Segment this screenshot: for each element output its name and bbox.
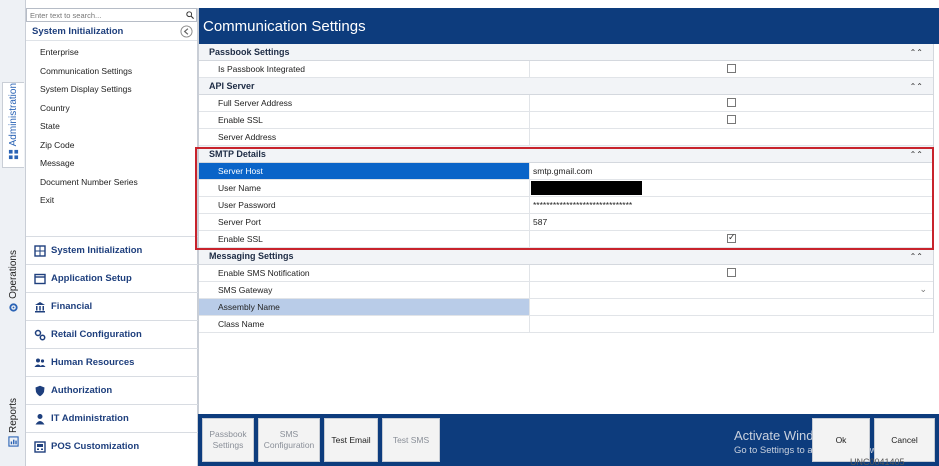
nav-group-it-administration[interactable]: IT Administration [26, 404, 198, 432]
sms-gateway-select[interactable]: ⌄ [530, 282, 933, 298]
checkbox-enable-sms-notification[interactable] [727, 268, 736, 277]
nav-group-label: IT Administration [51, 413, 129, 424]
tab-operations[interactable]: Operations [2, 250, 24, 320]
nav-header-title: System Initialization [32, 25, 124, 37]
vertical-tab-strip: Administration Operations Reports [0, 0, 26, 466]
background-edge-text: UNC0041405 [850, 457, 905, 466]
grid-row-class-name: Class Name [199, 316, 933, 333]
class-name-field[interactable] [530, 316, 933, 332]
nav-group-list: System Initialization Application Setup … [26, 236, 198, 460]
gear-icon [8, 303, 18, 312]
nav-search-input[interactable]: Enter text to search... [26, 8, 197, 22]
row-label: Assembly Name [199, 299, 530, 315]
left-navigation: Enter text to search... System Initializ… [26, 8, 198, 466]
search-icon[interactable] [186, 11, 194, 19]
tab-administration[interactable]: Administration [2, 82, 24, 168]
collapse-icon[interactable]: ⌃⌃ [910, 48, 923, 57]
nav-item-list: Enterprise Communication Settings System… [26, 41, 197, 210]
section-passbook-settings[interactable]: Passbook Settings ⌃⌃ [199, 44, 933, 61]
nav-search-placeholder: Enter text to search... [30, 10, 102, 20]
grid-row-api-enable-ssl: Enable SSL [199, 112, 933, 129]
row-label: Class Name [199, 316, 530, 332]
section-messaging-settings[interactable]: Messaging Settings ⌃⌃ [199, 248, 933, 265]
tab-reports[interactable]: Reports [2, 398, 24, 458]
test-email-button[interactable]: Test Email [324, 418, 378, 462]
pos-icon [34, 440, 46, 453]
checkbox-full-server-address[interactable] [727, 98, 736, 107]
row-label: Full Server Address [199, 95, 530, 111]
nav-item-state[interactable]: State [26, 117, 197, 136]
grid-row-enable-sms-notification: Enable SMS Notification [199, 265, 933, 282]
passbook-settings-button[interactable]: Passbook Settings [202, 418, 254, 462]
test-sms-button[interactable]: Test SMS [382, 418, 440, 462]
nav-group-label: Application Setup [51, 273, 132, 284]
user-icon [35, 413, 45, 424]
row-label: Enable SMS Notification [199, 265, 530, 281]
chart-icon [7, 436, 19, 447]
nav-item-message[interactable]: Message [26, 154, 197, 173]
smtp-highlight-box [195, 147, 934, 250]
grid-icon [8, 150, 19, 160]
nav-group-system-initialization[interactable]: System Initialization [26, 236, 198, 264]
back-arrow-icon[interactable] [180, 24, 193, 38]
nav-item-zip-code[interactable]: Zip Code [26, 136, 197, 155]
nav-group-label: Human Resources [51, 357, 135, 368]
people-icon [34, 358, 46, 367]
checkbox-api-enable-ssl[interactable] [727, 115, 736, 124]
nav-group-authorization[interactable]: Authorization [26, 376, 198, 404]
collapse-icon[interactable]: ⌃⌃ [910, 252, 923, 261]
window-icon [34, 273, 46, 284]
ok-button[interactable]: Ok [812, 418, 870, 462]
nav-group-retail-configuration[interactable]: Retail Configuration [26, 320, 198, 348]
nav-section-header: System Initialization [26, 22, 197, 41]
section-title: Messaging Settings [209, 251, 294, 261]
title-bar: Communication Settings [199, 8, 939, 44]
checkbox-is-passbook-integrated[interactable] [727, 64, 736, 73]
shield-icon [35, 385, 45, 396]
nav-group-financial[interactable]: Financial [26, 292, 198, 320]
nav-item-document-number-series[interactable]: Document Number Series [26, 173, 197, 192]
row-label: Enable SSL [199, 112, 530, 128]
nav-item-enterprise[interactable]: Enterprise [26, 43, 197, 62]
row-label: Server Address [199, 129, 530, 145]
nav-group-label: Financial [51, 301, 93, 312]
nav-group-label: Retail Configuration [51, 329, 142, 340]
chevron-down-icon[interactable]: ⌄ [919, 284, 927, 295]
cancel-button[interactable]: Cancel [874, 418, 935, 462]
collapse-icon[interactable]: ⌃⌃ [910, 82, 923, 91]
nav-group-label: Authorization [51, 385, 113, 396]
nav-group-pos-customization[interactable]: POS Customization [26, 432, 198, 460]
row-label: Is Passbook Integrated [199, 61, 530, 77]
grid-row-assembly-name: Assembly Name [199, 299, 933, 316]
grid-row-sms-gateway: SMS Gateway ⌄ [199, 282, 933, 299]
nav-item-country[interactable]: Country [26, 99, 197, 118]
tab-operations-label: Operations [7, 250, 19, 299]
nav-item-exit[interactable]: Exit [26, 191, 197, 210]
tab-administration-label: Administration [8, 83, 19, 147]
server-address-field[interactable] [530, 129, 933, 145]
grid-row-full-server-address: Full Server Address [199, 95, 933, 112]
sms-configuration-button[interactable]: SMS Configuration [258, 418, 320, 462]
nav-group-label: System Initialization [51, 245, 143, 256]
nav-group-application-setup[interactable]: Application Setup [26, 264, 198, 292]
grid-row-is-passbook-integrated: Is Passbook Integrated [199, 61, 933, 78]
bank-icon [35, 301, 45, 312]
section-api-server[interactable]: API Server ⌃⌃ [199, 78, 933, 95]
nav-group-label: POS Customization [51, 441, 140, 452]
section-title: Passbook Settings [209, 47, 290, 57]
row-label: SMS Gateway [199, 282, 530, 298]
gears-icon [34, 329, 46, 340]
section-title: API Server [209, 81, 255, 91]
nav-group-human-resources[interactable]: Human Resources [26, 348, 198, 376]
nav-item-communication-settings[interactable]: Communication Settings [26, 62, 197, 81]
page-title: Communication Settings [203, 17, 366, 35]
bottom-action-bar: Passbook Settings SMS Configuration Test… [198, 414, 939, 466]
nav-item-system-display-settings[interactable]: System Display Settings [26, 80, 197, 99]
tab-reports-label: Reports [7, 398, 19, 434]
grid-row-server-address: Server Address [199, 129, 933, 146]
grid-icon [34, 244, 46, 257]
assembly-name-field[interactable] [530, 299, 933, 315]
